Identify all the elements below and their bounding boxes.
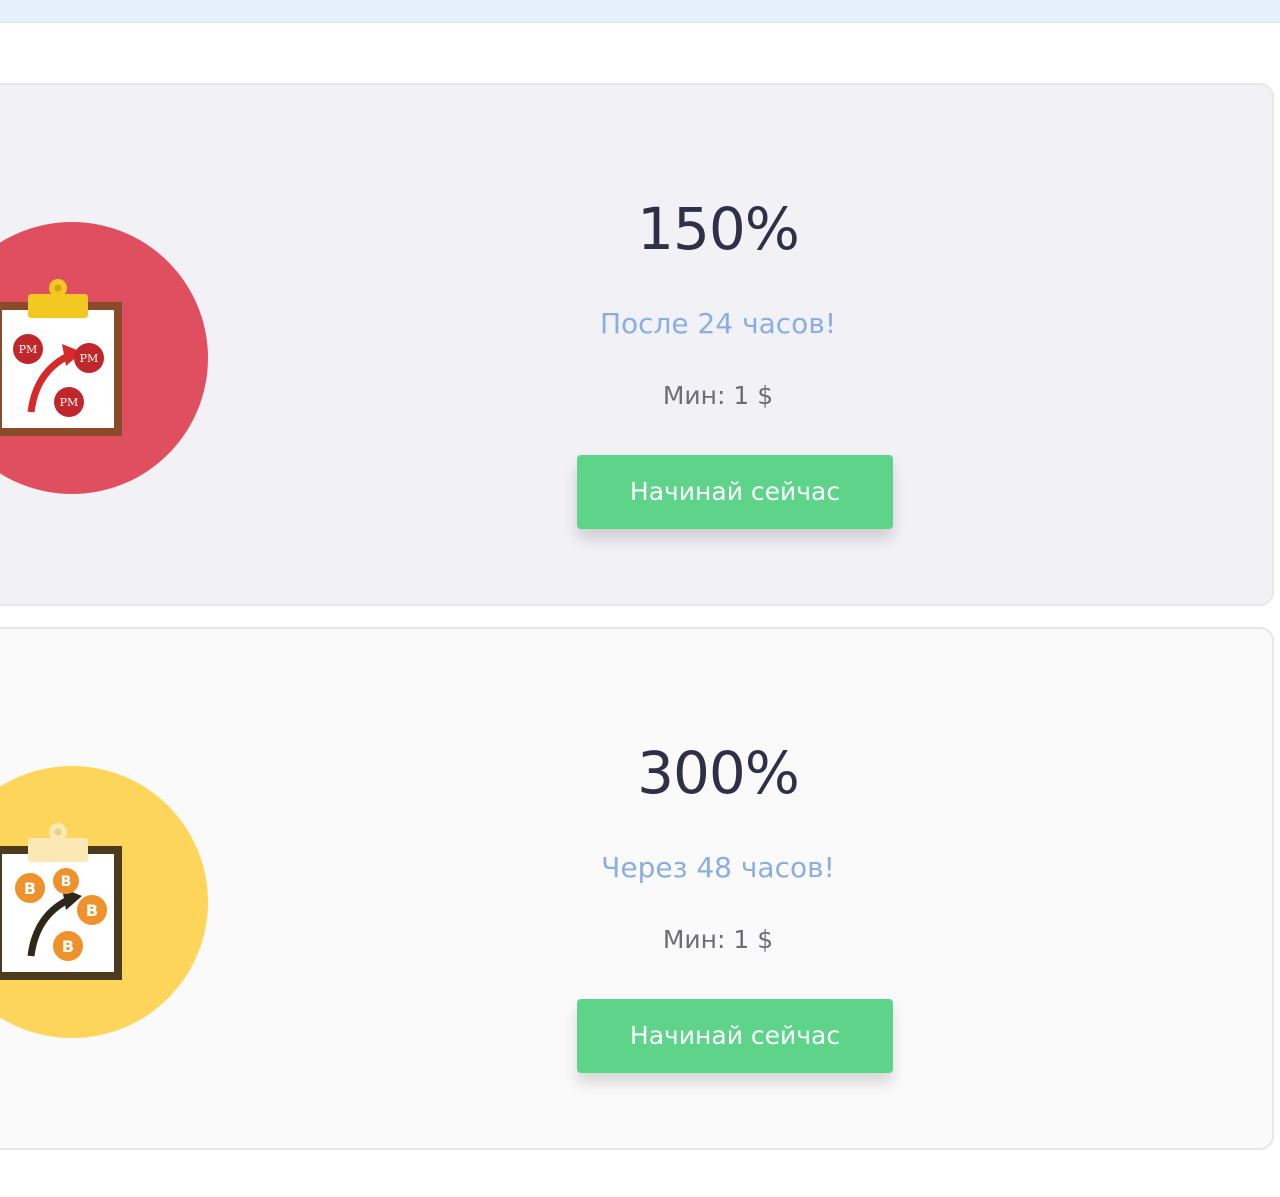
plan-min-deposit: Мин: 1 $	[662, 925, 774, 954]
plan-card: PM PM PM 150% После 24 часов! Мин: 1 $ Н…	[0, 83, 1274, 606]
top-bar	[0, 0, 1280, 23]
start-now-button[interactable]: Начинай сейчас	[577, 455, 893, 529]
plan-card: B B B B 300% Через 48 часов! Мин: 1 $ На…	[0, 627, 1274, 1150]
plan-rate: 300%	[637, 739, 800, 807]
plan-min-deposit: Мин: 1 $	[662, 381, 774, 410]
coin-label: PM	[19, 343, 38, 356]
plan-term: После 24 часов!	[599, 307, 837, 340]
plan-rate: 150%	[637, 195, 800, 263]
coin-label: B	[86, 901, 98, 920]
coin-label: PM	[80, 352, 99, 365]
plan-term: Через 48 часов!	[601, 851, 835, 884]
start-now-button[interactable]: Начинай сейчас	[577, 999, 893, 1073]
